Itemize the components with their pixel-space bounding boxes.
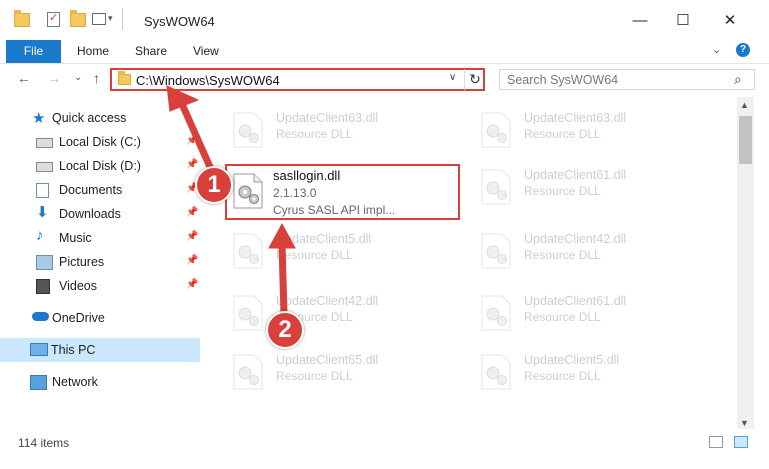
- arrow-to-file: [268, 222, 296, 318]
- step-1-badge: 1: [195, 166, 233, 204]
- step-2-badge: 2: [266, 311, 304, 349]
- annotation-arrows: [166, 85, 296, 318]
- arrow-to-address-bar: [166, 85, 218, 180]
